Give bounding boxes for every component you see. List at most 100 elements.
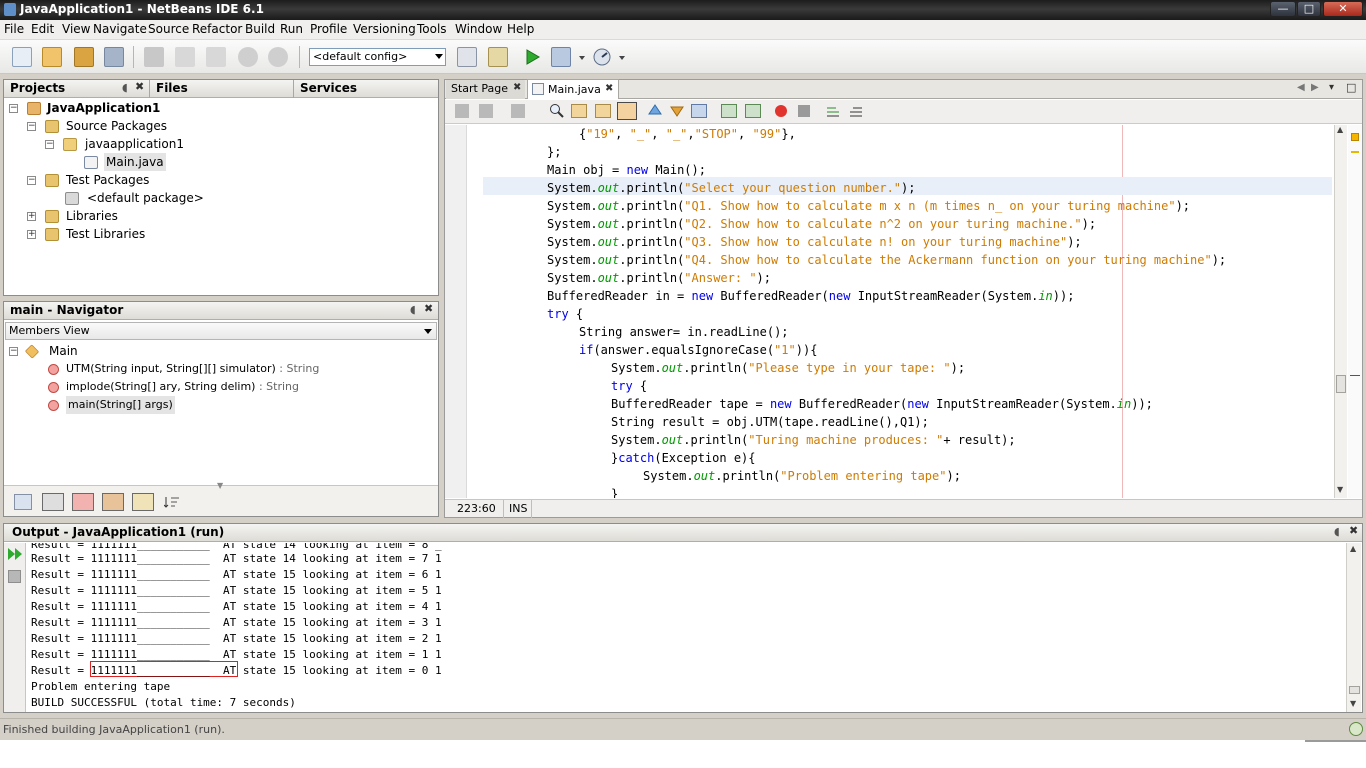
close-tab-icon[interactable]: ✖ (1349, 524, 1358, 537)
tree-item-main-java[interactable]: Main.java (82, 153, 422, 171)
menu-navigate[interactable]: Navigate (93, 22, 147, 36)
back-icon[interactable] (455, 104, 469, 118)
static-filter-icon[interactable] (102, 493, 124, 511)
close-tab-icon[interactable]: ✖ (605, 83, 613, 94)
previous-bookmark-icon[interactable] (647, 104, 663, 118)
close-tab-icon[interactable]: ✖ (424, 302, 433, 315)
rerun-icon[interactable] (6, 546, 24, 562)
save-all-icon[interactable] (104, 47, 124, 67)
undo-icon[interactable] (238, 47, 258, 67)
empty-package-icon (65, 192, 79, 205)
maximize-window-icon[interactable]: □ (1346, 81, 1356, 94)
tree-item-javaapplication1-package[interactable]: − javaapplication1 (45, 135, 425, 153)
close-tab-icon[interactable]: ✖ (513, 82, 521, 93)
minimize-button[interactable]: — (1270, 1, 1296, 17)
filter-toggle-icon[interactable] (42, 493, 64, 511)
debug-icon[interactable] (551, 47, 571, 67)
menu-help[interactable]: Help (507, 22, 534, 36)
scrollbar-thumb[interactable] (1349, 686, 1360, 694)
nav-member-implode[interactable]: implode(String[] ary, String delim) : St… (48, 378, 428, 396)
code-area[interactable]: {"19", "_", "_","STOP", "99"}, }; Main o… (468, 125, 1332, 498)
comment-icon[interactable] (826, 104, 840, 118)
menu-view[interactable]: View (62, 22, 90, 36)
output-title: Output - JavaApplication1 (run) (12, 525, 225, 539)
next-bookmark-icon[interactable] (669, 104, 685, 118)
tree-item-source-packages[interactable]: − Source Packages (27, 117, 427, 135)
profile-dropdown-icon[interactable] (618, 47, 626, 67)
profile-icon[interactable] (592, 47, 612, 67)
build-hammer-icon[interactable] (457, 47, 477, 67)
memory-indicator-icon[interactable] (1349, 722, 1363, 736)
tab-files[interactable]: Files (156, 81, 188, 95)
fields-filter-icon[interactable] (14, 494, 32, 510)
menu-profile[interactable]: Profile (310, 22, 347, 36)
test-library-folder-icon (45, 228, 59, 241)
find-next-icon[interactable] (595, 104, 611, 118)
nav-member-utm[interactable]: UTM(String input, String[][] simulator) … (48, 360, 428, 378)
menu-refactor[interactable]: Refactor (192, 22, 242, 36)
start-macro-icon[interactable] (775, 105, 787, 117)
minimize-window-icon[interactable]: ◖ (1334, 525, 1340, 538)
menu-tools[interactable]: Tools (417, 22, 447, 36)
last-edit-icon[interactable] (511, 104, 525, 118)
copy-icon[interactable] (175, 47, 195, 67)
nav-class-main[interactable]: − Main (9, 342, 429, 360)
output-line: Result = 1111111___________ AT state 15 … (31, 600, 442, 613)
tree-item-libraries[interactable]: + Libraries (27, 207, 427, 225)
tree-item-test-libraries[interactable]: + Test Libraries (27, 225, 427, 243)
document-list-icon[interactable]: ▾ (1329, 82, 1334, 93)
minimize-window-icon[interactable]: ◖ (122, 81, 128, 94)
output-scrollbar[interactable]: ▲ ▼ (1346, 543, 1361, 712)
new-project-icon[interactable] (42, 47, 62, 67)
warning-indicator-icon[interactable] (1351, 133, 1359, 141)
scrollbar-thumb[interactable] (1336, 375, 1346, 393)
toggle-bookmark-icon[interactable] (691, 104, 707, 118)
cut-icon[interactable] (144, 47, 164, 67)
scroll-tabs-right-icon[interactable]: ▶ (1311, 82, 1319, 93)
non-public-filter-icon[interactable] (72, 493, 94, 511)
editor-scrollbar[interactable]: ▲ ▼ (1334, 125, 1347, 498)
run-icon[interactable] (522, 47, 542, 67)
close-button[interactable]: ✕ (1323, 1, 1363, 17)
forward-icon[interactable] (479, 104, 493, 118)
tree-item-default-package[interactable]: <default package> (63, 189, 423, 207)
open-project-icon[interactable] (74, 47, 94, 67)
tab-start-page[interactable]: Start Page ✖ (446, 80, 525, 99)
close-tab-icon[interactable]: ✖ (135, 80, 144, 93)
stop-macro-icon[interactable] (798, 105, 810, 117)
toggle-highlight-icon[interactable] (617, 102, 637, 120)
members-view-select[interactable]: Members View (5, 322, 437, 340)
clean-build-icon[interactable] (488, 47, 508, 67)
stop-process-icon[interactable] (8, 570, 21, 583)
new-file-icon[interactable] (12, 47, 32, 67)
menu-run[interactable]: Run (280, 22, 303, 36)
tab-projects[interactable]: Projects (10, 81, 65, 95)
find-previous-icon[interactable] (571, 104, 587, 118)
debug-dropdown-icon[interactable] (578, 47, 586, 67)
menu-source[interactable]: Source (148, 22, 189, 36)
redo-icon[interactable] (268, 47, 288, 67)
find-icon[interactable] (549, 103, 565, 119)
menu-versioning[interactable]: Versioning (353, 22, 416, 36)
uncomment-icon[interactable] (849, 104, 863, 118)
scroll-tabs-left-icon[interactable]: ◀ (1297, 82, 1305, 93)
inherited-filter-icon[interactable] (132, 493, 154, 511)
output-console[interactable]: Result = 1111111___________ AT state 14 … (27, 543, 1345, 712)
minimize-window-icon[interactable]: ◖ (410, 303, 416, 316)
menu-edit[interactable]: Edit (31, 22, 54, 36)
menu-window[interactable]: Window (455, 22, 502, 36)
paste-icon[interactable] (206, 47, 226, 67)
tab-services[interactable]: Services (300, 81, 357, 95)
shift-right-icon[interactable] (745, 104, 761, 118)
nav-member-main[interactable]: main(String[] args) (48, 396, 428, 414)
tree-item-test-packages[interactable]: − Test Packages (27, 171, 427, 189)
shift-left-icon[interactable] (721, 104, 737, 118)
menu-build[interactable]: Build (245, 22, 275, 36)
tree-item-javaapplication1[interactable]: − JavaApplication1 (9, 99, 429, 117)
sort-icon[interactable] (163, 495, 180, 509)
package-icon (63, 138, 77, 151)
tab-main-java[interactable]: Main.java ✖ (527, 79, 619, 99)
menu-file[interactable]: File (4, 22, 24, 36)
maximize-button[interactable]: □ (1297, 1, 1321, 17)
config-select[interactable]: <default config> (309, 48, 446, 66)
